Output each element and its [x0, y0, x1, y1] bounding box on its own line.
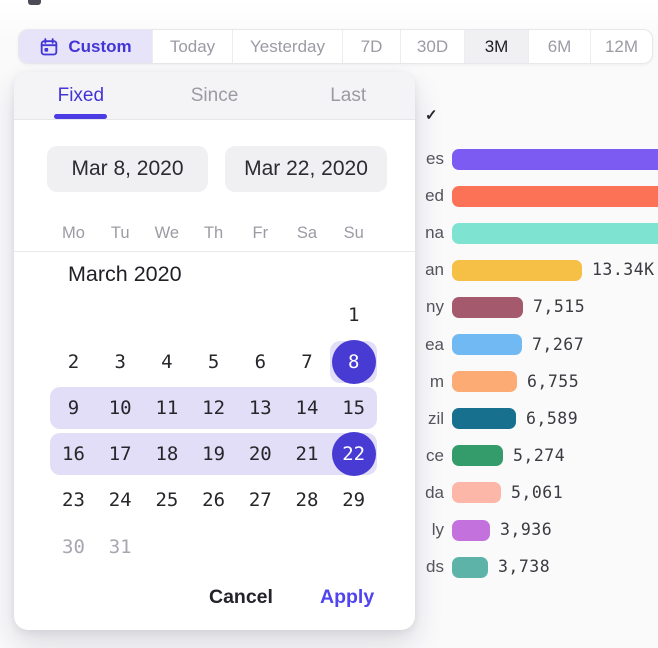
chart-bar[interactable]: [452, 223, 658, 244]
day-4[interactable]: 4: [143, 339, 190, 385]
chart-bar[interactable]: [452, 334, 522, 355]
day-21[interactable]: 21: [284, 431, 331, 477]
preset-button-7d[interactable]: 7D: [343, 30, 401, 63]
day-23[interactable]: 23: [50, 477, 97, 523]
chart-bar[interactable]: [452, 408, 516, 429]
chart-bar-value: 5,061: [511, 482, 563, 504]
screen: ✓ esednaan13.34Kny7,515ea7,267m6,755zil6…: [0, 0, 658, 648]
day-6[interactable]: 6: [237, 339, 284, 385]
day-9[interactable]: 9: [50, 385, 97, 431]
chart-bar-value: 3,738: [498, 556, 550, 578]
day-13[interactable]: 13: [237, 385, 284, 431]
tab-last[interactable]: Last: [281, 72, 415, 119]
day-25[interactable]: 25: [143, 477, 190, 523]
day-12[interactable]: 12: [190, 385, 237, 431]
day-18[interactable]: 18: [143, 431, 190, 477]
preset-button-today[interactable]: Today: [153, 30, 233, 63]
chart-bar-value: 6,755: [527, 371, 579, 393]
day-20[interactable]: 20: [237, 431, 284, 477]
day-14[interactable]: 14: [284, 385, 331, 431]
chart-bar-value: 6,589: [526, 408, 578, 430]
tab-since[interactable]: Since: [148, 72, 282, 119]
chart-bar-value: 7,267: [532, 334, 584, 356]
day-11[interactable]: 11: [143, 385, 190, 431]
chart-bar[interactable]: [452, 520, 490, 541]
custom-range-label: Custom: [68, 37, 131, 57]
chart-bar-value: 7,515: [533, 296, 585, 318]
day-7[interactable]: 7: [284, 339, 331, 385]
selected-day-22[interactable]: 22: [332, 432, 376, 476]
day-19[interactable]: 19: [190, 431, 237, 477]
chart-bar-value: 3,936: [500, 519, 552, 541]
chart-bar[interactable]: [452, 260, 582, 281]
weekday-header-row: MoTuWeThFrSaSu: [14, 222, 415, 252]
weekday-label-fr: Fr: [237, 224, 284, 243]
day-1[interactable]: 1: [330, 292, 377, 338]
day-16[interactable]: 16: [50, 431, 97, 477]
chart-bar[interactable]: [452, 297, 523, 318]
calendar-icon: [39, 37, 59, 57]
chart-bar[interactable]: [452, 445, 503, 466]
day-15[interactable]: 15: [330, 385, 377, 431]
chart-bar[interactable]: [452, 371, 517, 392]
preset-button-yesterday[interactable]: Yesterday: [233, 30, 343, 63]
weekday-label-sa: Sa: [284, 224, 331, 243]
weekday-label-th: Th: [190, 224, 237, 243]
weekday-label-mo: Mo: [50, 224, 97, 243]
day-28[interactable]: 28: [284, 477, 331, 523]
chart-bar-value: 13.34K: [592, 259, 655, 281]
day-24[interactable]: 24: [97, 477, 144, 523]
chart-bar[interactable]: [452, 186, 658, 207]
weekday-label-tu: Tu: [97, 224, 144, 243]
cut-off-element-fragment: [28, 0, 41, 5]
weekday-label-su: Su: [330, 224, 377, 243]
chart-bar-value: 5,274: [513, 445, 565, 467]
check-icon: ✓: [425, 106, 438, 124]
active-tab-underline: [54, 114, 107, 119]
preset-button-30d[interactable]: 30D: [401, 30, 465, 63]
day-3[interactable]: 3: [97, 339, 144, 385]
day-31[interactable]: 31: [97, 524, 144, 570]
cancel-button[interactable]: Cancel: [209, 586, 273, 609]
chart-bar[interactable]: [452, 482, 501, 503]
date-range-toolbar: Custom TodayYesterday7D30D3M6M12M: [18, 29, 653, 64]
end-date-input[interactable]: Mar 22, 2020: [225, 146, 387, 192]
start-date-input[interactable]: Mar 8, 2020: [47, 146, 208, 192]
preset-button-6m[interactable]: 6M: [529, 30, 591, 63]
day-2[interactable]: 2: [50, 339, 97, 385]
preset-button-3m[interactable]: 3M: [465, 30, 529, 63]
selected-day-8[interactable]: 8: [332, 340, 376, 384]
day-29[interactable]: 29: [330, 477, 377, 523]
chart-bar[interactable]: [452, 149, 658, 170]
day-26[interactable]: 26: [190, 477, 237, 523]
day-27[interactable]: 27: [237, 477, 284, 523]
day-17[interactable]: 17: [97, 431, 144, 477]
date-picker-popup: FixedSinceLast Mar 8, 2020 Mar 22, 2020 …: [14, 72, 415, 630]
weekday-label-we: We: [143, 224, 190, 243]
day-10[interactable]: 10: [97, 385, 144, 431]
chart-bar[interactable]: [452, 557, 488, 578]
apply-button[interactable]: Apply: [320, 586, 374, 609]
month-title: March 2020: [68, 262, 182, 287]
preset-button-12m[interactable]: 12M: [591, 30, 652, 63]
day-30[interactable]: 30: [50, 524, 97, 570]
custom-range-button[interactable]: Custom: [19, 30, 153, 63]
day-5[interactable]: 5: [190, 339, 237, 385]
date-picker-tabs: FixedSinceLast: [14, 72, 415, 120]
tab-fixed[interactable]: Fixed: [14, 72, 148, 119]
